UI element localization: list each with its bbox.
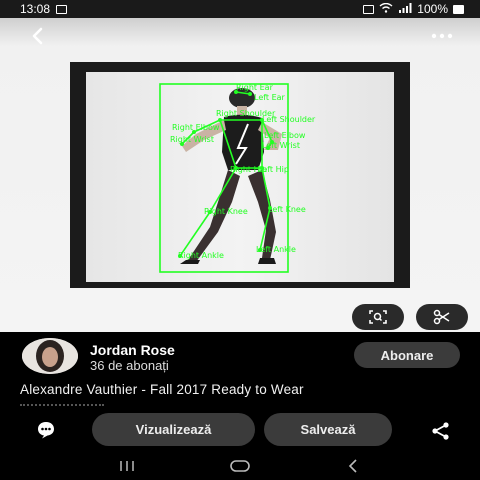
comment-button[interactable] <box>36 420 56 440</box>
avatar[interactable] <box>22 338 78 374</box>
pin-description-faded <box>20 400 160 408</box>
nav-recents-button[interactable] <box>107 456 147 476</box>
pin-image[interactable]: Right Ear Left Ear Right Shoulder Left S… <box>70 62 410 288</box>
avatar-image <box>22 338 78 374</box>
battery-icon <box>453 4 464 14</box>
view-button[interactable]: Vizualizează <box>92 413 255 446</box>
pin-image-area: Right Ear Left Ear Right Shoulder Left S… <box>0 18 480 332</box>
kp-label-left-knee: Left Knee <box>268 205 306 214</box>
subscriber-count: 36 de abonați <box>90 358 169 373</box>
kp-label-right-knee: Right Knee <box>204 207 248 216</box>
kp-label-right-ankle: Right Ankle <box>178 251 224 260</box>
notification-icon <box>363 4 375 14</box>
share-button[interactable] <box>430 420 452 442</box>
pin-title: Alexandre Vauthier - Fall 2017 Ready to … <box>20 382 304 397</box>
more-options-button[interactable] <box>428 24 456 48</box>
kp-label-left-shoulder: Left Shoulder <box>262 115 316 124</box>
system-nav-bar <box>0 452 480 480</box>
status-bar: 13:08 100% <box>0 0 480 18</box>
kp-label-left-wrist: Left Wrist <box>262 141 300 150</box>
back-arrow-icon <box>32 27 43 45</box>
nav-back-button[interactable] <box>333 456 373 476</box>
kp-label-left-ear: Left Ear <box>254 93 286 102</box>
cutout-button[interactable] <box>416 304 468 330</box>
user-name[interactable]: Jordan Rose <box>90 342 175 358</box>
back-button[interactable] <box>26 24 50 48</box>
status-time: 13:08 <box>20 2 51 16</box>
comment-icon <box>38 422 54 439</box>
nav-back-icon <box>349 459 357 473</box>
battery-percent: 100% <box>417 2 448 16</box>
save-button[interactable]: Salvează <box>264 413 392 446</box>
nav-home-icon <box>230 460 250 472</box>
pose-photo: Right Ear Left Ear Right Shoulder Left S… <box>86 72 394 282</box>
pose-labels: Right Ear Left Ear Right Shoulder Left S… <box>170 83 316 260</box>
kp-label-right-ear: Right Ear <box>236 83 274 92</box>
wifi-icon <box>379 2 393 16</box>
follow-button[interactable]: Abonare <box>354 342 460 368</box>
visual-search-icon <box>369 310 387 324</box>
kp-label-left-hip: Left Hip <box>258 165 289 174</box>
scissors-icon <box>433 309 450 325</box>
kp-label-right-wrist: Right Wrist <box>170 135 214 144</box>
pin-details: Jordan Rose 36 de abonați Abonare Alexan… <box>0 332 480 480</box>
signal-icon <box>398 2 412 16</box>
kp-label-left-ankle: Left Ankle <box>256 245 296 254</box>
more-icon <box>431 33 453 39</box>
nav-recents-icon <box>119 461 134 471</box>
gallery-notification-icon <box>56 4 68 14</box>
kp-label-right-elbow: Right Elbow <box>172 123 220 132</box>
share-icon <box>432 422 449 440</box>
kp-label-left-elbow: Left Elbow <box>264 131 306 140</box>
visual-search-button[interactable] <box>352 304 404 330</box>
nav-home-button[interactable] <box>220 456 260 476</box>
